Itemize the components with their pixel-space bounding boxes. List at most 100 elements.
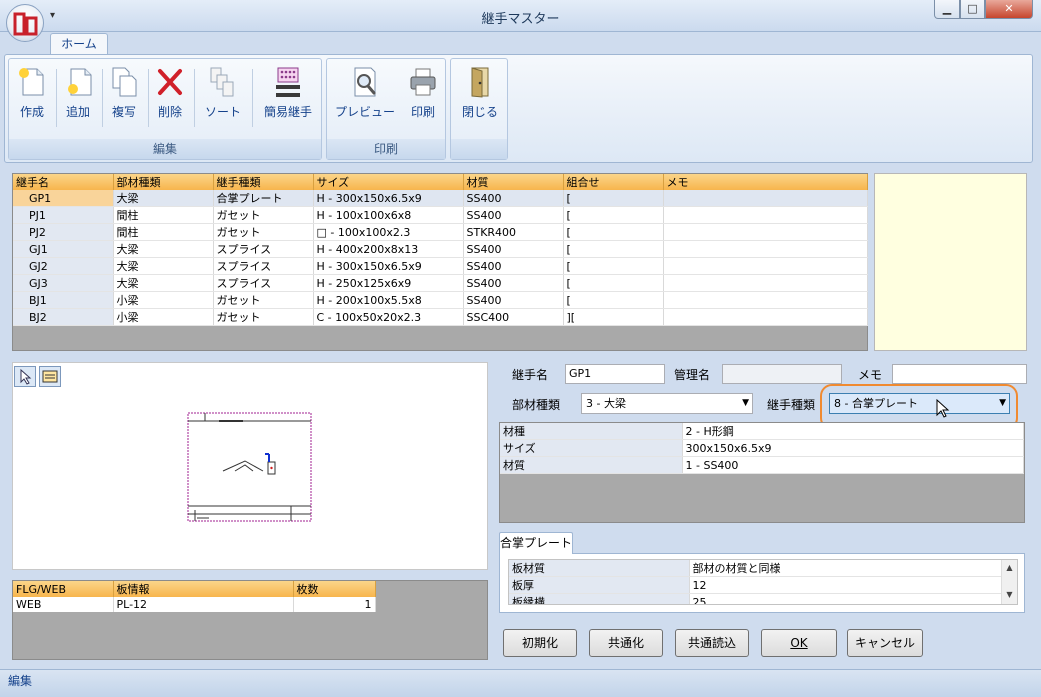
table-cell[interactable]: 12	[689, 576, 1003, 594]
table-cell[interactable]: H - 400x200x8x13	[313, 240, 464, 258]
table-cell[interactable]: C - 100x50x20x2.3	[313, 308, 464, 326]
table-cell[interactable]: 間柱	[113, 223, 214, 241]
table-cell[interactable]	[663, 206, 868, 224]
table-row[interactable]: BJ1 小梁 ガセット H - 200x100x5.5x8 SS400[	[13, 291, 868, 309]
create-button[interactable]: 作成	[13, 63, 51, 133]
table-row[interactable]: 材種 2 - H形鋼	[500, 423, 1024, 440]
sort-button[interactable]: ソート	[199, 63, 247, 133]
column-header[interactable]: 継手種類	[213, 174, 314, 190]
close-window-button[interactable]: ✕	[985, 0, 1033, 19]
column-header[interactable]: 組合せ	[563, 174, 664, 190]
table-cell[interactable]	[663, 223, 868, 241]
table-row[interactable]: 板縁横 25	[509, 593, 1003, 604]
member-type-select[interactable]: 3 - 大梁 ▼	[581, 393, 753, 414]
table-cell[interactable]: GJ1	[13, 240, 114, 258]
plate-info-grid[interactable]: FLG/WEB 板情報 枚数 WEB PL-12 1	[12, 580, 488, 660]
table-cell[interactable]: ガセット	[213, 291, 314, 309]
table-cell[interactable]: H - 100x100x6x8	[313, 206, 464, 224]
table-cell[interactable]: GJ3	[13, 274, 114, 292]
table-cell[interactable]: SS400	[463, 291, 564, 309]
table-cell[interactable]: ガセット	[213, 308, 314, 326]
preview-button[interactable]: プレビュー	[331, 63, 399, 133]
table-cell[interactable]: スプライス	[213, 257, 314, 275]
dimension-tool[interactable]	[39, 366, 61, 387]
column-header[interactable]: 板情報	[113, 581, 294, 597]
simple-joint-button[interactable]: 簡易継手	[259, 63, 317, 133]
common-read-button[interactable]: 共通読込	[675, 629, 749, 657]
table-cell[interactable]: 2 - H形鋼	[682, 423, 1024, 440]
table-cell[interactable]: 1 - SS400	[682, 456, 1024, 474]
print-button[interactable]: 印刷	[403, 63, 443, 133]
ok-button[interactable]: OK	[761, 629, 837, 657]
table-cell[interactable]: H - 300x150x6.5x9	[313, 190, 464, 207]
table-cell[interactable]: 25	[689, 593, 1003, 604]
table-cell[interactable]: BJ2	[13, 308, 114, 326]
table-cell[interactable]: [	[563, 190, 664, 207]
table-cell[interactable]: BJ1	[13, 291, 114, 309]
column-header[interactable]: サイズ	[313, 174, 464, 190]
delete-button[interactable]: 削除	[151, 63, 189, 133]
table-cell[interactable]: SS400	[463, 190, 564, 207]
table-cell[interactable]: [	[563, 206, 664, 224]
table-cell[interactable]: SS400	[463, 206, 564, 224]
table-cell[interactable]: H - 200x100x5.5x8	[313, 291, 464, 309]
table-row[interactable]: GJ1 大梁 スプライス H - 400x200x8x13 SS400[	[13, 240, 868, 258]
column-header[interactable]: 部材種類	[113, 174, 214, 190]
table-cell[interactable]: PJ1	[13, 206, 114, 224]
table-cell[interactable]: 部材の材質と同様	[689, 560, 1003, 577]
material-grid[interactable]: 材種 2 - H形鋼 サイズ 300x150x6.5x9 材質 1 - SS400	[499, 422, 1025, 523]
table-cell[interactable]: PL-12	[113, 597, 294, 612]
table-cell[interactable]: ][	[563, 308, 664, 326]
common-button[interactable]: 共通化	[589, 629, 663, 657]
table-cell[interactable]	[663, 274, 868, 292]
table-cell[interactable]: PJ2	[13, 223, 114, 241]
column-header[interactable]: メモ	[663, 174, 868, 190]
table-row[interactable]: 板材質 部材の材質と同様	[509, 560, 1003, 577]
table-row[interactable]: GJ3 大梁 スプライス H - 250x125x6x9 SS400[	[13, 274, 868, 292]
maximize-button[interactable]: □	[960, 0, 985, 19]
table-cell[interactable]: 合掌プレート	[213, 190, 314, 207]
table-cell[interactable]: [	[563, 257, 664, 275]
table-row[interactable]: サイズ 300x150x6.5x9	[500, 439, 1024, 457]
column-header[interactable]: 継手名	[13, 174, 114, 190]
table-cell[interactable]	[663, 308, 868, 326]
table-cell[interactable]: GJ2	[13, 257, 114, 275]
table-row[interactable]: 材質 1 - SS400	[500, 456, 1024, 474]
column-header[interactable]: 材質	[463, 174, 564, 190]
table-cell[interactable]: SS400	[463, 257, 564, 275]
close-button[interactable]: 閉じる	[455, 63, 505, 133]
table-cell[interactable]: 大梁	[113, 257, 214, 275]
copy-button[interactable]: 複写	[105, 63, 143, 133]
table-cell[interactable]: WEB	[13, 597, 114, 612]
tab-gassho-plate[interactable]: 合掌プレート	[499, 532, 573, 554]
table-cell[interactable]	[663, 190, 868, 207]
table-cell[interactable]: 大梁	[113, 274, 214, 292]
column-header[interactable]: 枚数	[293, 581, 376, 597]
add-button[interactable]: 追加	[59, 63, 97, 133]
table-cell[interactable]: スプライス	[213, 240, 314, 258]
table-row[interactable]: WEB PL-12 1	[13, 597, 376, 612]
table-row[interactable]: BJ2 小梁 ガセット C - 100x50x20x2.3 SSC400][	[13, 308, 868, 326]
table-cell[interactable]: スプライス	[213, 274, 314, 292]
manage-name-field[interactable]	[722, 364, 842, 384]
table-cell[interactable]: 小梁	[113, 291, 214, 309]
cancel-button[interactable]: キャンセル	[847, 629, 923, 657]
table-cell[interactable]	[663, 257, 868, 275]
table-cell[interactable]: 大梁	[113, 190, 214, 207]
table-cell[interactable]: 大梁	[113, 240, 214, 258]
table-cell[interactable]: [	[563, 274, 664, 292]
table-cell[interactable]	[663, 240, 868, 258]
table-cell[interactable]: ガセット	[213, 206, 314, 224]
table-cell[interactable]: 1	[293, 597, 376, 612]
plate-property-grid[interactable]: 板材質 部材の材質と同様 板厚 12 板縁横 25	[508, 559, 1018, 605]
quick-access-dropdown[interactable]: ▾	[50, 10, 55, 21]
column-header[interactable]: FLG/WEB	[13, 581, 114, 597]
table-cell[interactable]: GP1	[13, 190, 114, 207]
table-cell[interactable]: □ - 100x100x2.3	[313, 223, 464, 241]
table-row[interactable]: 板厚 12	[509, 576, 1003, 594]
tab-home[interactable]: ホーム	[50, 33, 108, 55]
table-cell[interactable]: SS400	[463, 274, 564, 292]
table-cell[interactable]: H - 250x125x6x9	[313, 274, 464, 292]
table-cell[interactable]: H - 300x150x6.5x9	[313, 257, 464, 275]
select-pointer-tool[interactable]	[14, 366, 36, 387]
